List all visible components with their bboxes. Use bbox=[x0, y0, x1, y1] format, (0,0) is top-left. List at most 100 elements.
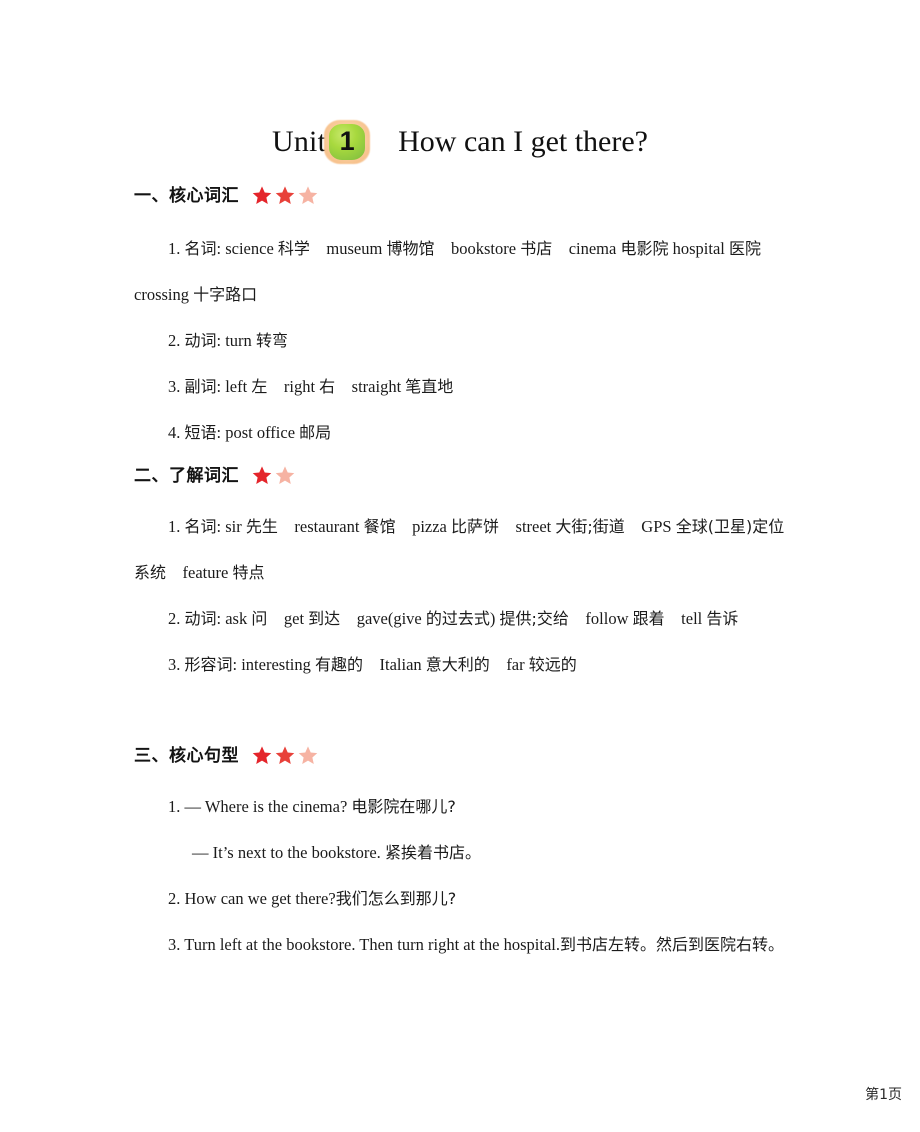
text-cjk: 较远的 bbox=[528, 655, 577, 674]
text-cjk: 邮局 bbox=[299, 423, 332, 442]
text-cjk: 先生 bbox=[245, 517, 278, 536]
text-cjk: 有趣的 bbox=[315, 655, 364, 674]
text-cjk: 左 bbox=[251, 377, 268, 396]
text-cjk: 跟着 bbox=[632, 609, 665, 628]
text-latin: 3. bbox=[168, 377, 185, 396]
content-line: 2. 动词: ask 问 get 到达 gave(give 的过去式) 提供;交… bbox=[134, 596, 786, 642]
section-heading-label: 三、核心句型 bbox=[134, 746, 239, 766]
text-latin: 2. bbox=[168, 609, 185, 628]
text-cjk: 动词 bbox=[184, 609, 217, 628]
star-icon bbox=[274, 745, 296, 766]
star-icon bbox=[251, 465, 273, 486]
text-cjk: 餐馆 bbox=[363, 517, 396, 536]
text-latin: right bbox=[267, 377, 320, 396]
text-cjk: 告诉 bbox=[706, 609, 739, 628]
content-line: 2. 动词: turn 转弯 bbox=[134, 318, 786, 364]
section-heading-1: 一、核心词汇 bbox=[134, 186, 320, 207]
document-page: Unit 1 How can I get there? 一、核心词汇 1. 名词:… bbox=[0, 0, 920, 1132]
text-cjk: 电影院在哪儿? bbox=[351, 797, 456, 816]
difficulty-stars bbox=[251, 185, 320, 206]
text-cjk: 到达 bbox=[308, 609, 341, 628]
text-cjk: 博物馆 bbox=[386, 239, 435, 258]
section-body-3: 1. — Where is the cinema? 电影院在哪儿? — It’s … bbox=[0, 784, 920, 968]
title-heading: How can I get there? bbox=[398, 125, 648, 158]
star-icon bbox=[297, 745, 319, 766]
text-cjk: 特点 bbox=[232, 563, 265, 582]
title-prefix: Unit bbox=[271, 125, 327, 158]
text-latin: Italian bbox=[363, 655, 426, 674]
content-line: 1. 名词: sir 先生 restaurant 餐馆 pizza 比萨饼 st… bbox=[134, 504, 786, 596]
text-latin: follow bbox=[568, 609, 633, 628]
text-latin: restaurant bbox=[277, 517, 364, 536]
text-cjk: 比萨饼 bbox=[451, 517, 500, 536]
text-latin: 2. How can we get there? bbox=[168, 889, 336, 908]
content-line: 3. 副词: left 左 right 右 straight 笔直地 bbox=[134, 364, 786, 410]
text-cjk: 短语 bbox=[184, 423, 217, 442]
text-cjk: 我们怎么到那儿? bbox=[335, 889, 457, 908]
text-latin: 1. bbox=[168, 239, 185, 258]
text-latin: 1. — Where is the cinema? bbox=[168, 797, 352, 816]
section-body-2: 1. 名词: sir 先生 restaurant 餐馆 pizza 比萨饼 st… bbox=[0, 504, 920, 688]
text-latin: : left bbox=[216, 377, 252, 396]
text-latin: 2. bbox=[168, 331, 185, 350]
star-icon bbox=[274, 185, 296, 206]
text-latin: street bbox=[499, 517, 556, 536]
text-latin: pizza bbox=[395, 517, 452, 536]
text-cjk: 的过去式 bbox=[425, 609, 490, 628]
text-cjk: 提供;交给 bbox=[499, 609, 569, 628]
text-cjk: 问 bbox=[251, 609, 268, 628]
star-icon bbox=[251, 745, 273, 766]
text-cjk: 意大利的 bbox=[425, 655, 490, 674]
text-latin: 1. bbox=[168, 517, 185, 536]
text-latin: : post office bbox=[216, 423, 300, 442]
section-heading-label: 一、核心词汇 bbox=[134, 186, 239, 206]
star-icon bbox=[274, 465, 296, 486]
text-latin: museum bbox=[309, 239, 387, 258]
text-cjk: 右 bbox=[319, 377, 336, 396]
text-latin: GPS bbox=[624, 517, 676, 536]
page-number-footer: 第1页 bbox=[865, 1087, 902, 1103]
text-latin: get bbox=[267, 609, 309, 628]
text-cjk: 紧挨着书店。 bbox=[384, 843, 481, 862]
content-line: 3. 形容词: interesting 有趣的 Italian 意大利的 far… bbox=[134, 642, 786, 688]
text-cjk: 形容词 bbox=[184, 655, 233, 674]
unit-number-badge: 1 bbox=[324, 120, 371, 164]
text-latin: tell bbox=[664, 609, 707, 628]
content-line: 3. Turn left at the bookstore. Then turn… bbox=[134, 922, 786, 968]
content-line: 1. — Where is the cinema? 电影院在哪儿? bbox=[134, 784, 786, 830]
text-latin: 3. bbox=[168, 655, 185, 674]
text-cjk: 大街;街道 bbox=[555, 517, 625, 536]
text-latin: straight bbox=[335, 377, 406, 396]
text-latin: far bbox=[489, 655, 529, 674]
text-latin: bookstore bbox=[434, 239, 521, 258]
section-heading-label: 二、了解词汇 bbox=[134, 466, 239, 486]
text-latin: 4. bbox=[168, 423, 185, 442]
text-latin: gave(give bbox=[340, 609, 426, 628]
text-cjk: 副词 bbox=[184, 377, 217, 396]
difficulty-stars bbox=[251, 745, 320, 766]
content-line: 4. 短语: post office 邮局 bbox=[134, 410, 786, 456]
text-cjk: 电影院 bbox=[620, 239, 669, 258]
text-latin: hospital bbox=[668, 239, 729, 258]
text-latin: 3. Turn left at the bookstore. Then turn… bbox=[168, 935, 560, 954]
section-heading-3: 三、核心句型 bbox=[134, 746, 320, 767]
text-cjk: 医院 bbox=[728, 239, 761, 258]
content-line: 1. 名词: science 科学 museum 博物馆 bookstore 书… bbox=[134, 226, 786, 318]
text-cjk: 转弯 bbox=[255, 331, 288, 350]
star-icon bbox=[251, 185, 273, 206]
content-line: 2. How can we get there?我们怎么到那儿? bbox=[134, 876, 786, 922]
text-cjk: 科学 bbox=[277, 239, 310, 258]
text-cjk: 十字路口 bbox=[193, 285, 258, 304]
text-cjk: 到书店左转。然后到医院右转。 bbox=[559, 935, 784, 954]
section-body-1: 1. 名词: science 科学 museum 博物馆 bookstore 书… bbox=[0, 226, 920, 456]
text-latin: : interesting bbox=[232, 655, 315, 674]
star-icon bbox=[297, 185, 319, 206]
badge-number-label: 1 bbox=[339, 126, 355, 156]
text-cjk: 书店 bbox=[520, 239, 553, 258]
text-cjk: 笔直地 bbox=[405, 377, 454, 396]
difficulty-stars bbox=[251, 465, 297, 486]
text-cjk: 动词 bbox=[184, 331, 217, 350]
text-latin: : ask bbox=[216, 609, 252, 628]
section-heading-2: 二、了解词汇 bbox=[134, 466, 297, 487]
text-latin: : science bbox=[216, 239, 278, 258]
